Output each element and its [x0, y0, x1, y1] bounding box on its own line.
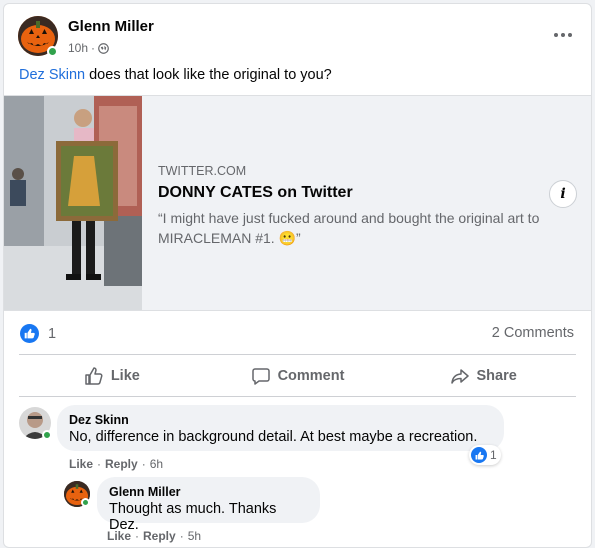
- more-options-icon[interactable]: [552, 30, 574, 40]
- online-status-dot: [81, 498, 90, 507]
- comment-reaction-count: 1: [490, 448, 497, 462]
- comment-text: No, difference in background detail. At …: [69, 429, 478, 445]
- share-label: Share: [476, 368, 517, 384]
- post-actions: Like Comment Share: [19, 356, 576, 396]
- preview-thumbnail[interactable]: [4, 96, 142, 310]
- preview-photo: [4, 96, 142, 310]
- post-header: Glenn Miller 10h ·: [18, 16, 578, 60]
- comment-button[interactable]: Comment: [205, 356, 391, 396]
- preview-description: “I might have just fucked around and bou…: [158, 210, 540, 246]
- divider: [19, 396, 576, 397]
- post-time[interactable]: 10h: [68, 41, 88, 55]
- divider: [19, 354, 576, 355]
- preview-title[interactable]: DONNY CATES on Twitter: [158, 184, 578, 202]
- like-reaction-icon: [471, 447, 487, 463]
- globe-icon: [98, 42, 109, 54]
- preview-domain: TWITTER.COM: [158, 164, 247, 178]
- reply-author[interactable]: Glenn Miller: [109, 485, 308, 499]
- share-button[interactable]: Share: [390, 356, 576, 396]
- like-reaction-icon: [20, 324, 39, 343]
- comment-reply-link[interactable]: Reply: [105, 457, 138, 471]
- comments-count[interactable]: 2 Comments: [492, 325, 574, 341]
- online-status-dot: [47, 46, 58, 57]
- info-icon[interactable]: i: [549, 180, 577, 208]
- preview-body: TWITTER.COM DONNY CATES on Twitter “I mi…: [158, 164, 578, 248]
- comment-author[interactable]: Dez Skinn: [69, 413, 492, 427]
- comment-bubble: Dez Skinn No, difference in background d…: [57, 405, 504, 451]
- post-text: Dez Skinn does that look like the origin…: [19, 67, 332, 83]
- reply-bubble: Glenn Miller Thought as much. Thanks Dez…: [97, 477, 320, 533]
- comment-actions: Like · Reply · 6h: [69, 457, 164, 471]
- reply-actions: Like · Reply · 5h: [107, 529, 202, 543]
- reaction-summary[interactable]: 1: [20, 324, 56, 343]
- like-label: Like: [110, 368, 140, 384]
- online-status-dot: [42, 430, 52, 440]
- reply-time[interactable]: 5h: [188, 529, 201, 543]
- comment-icon: [251, 368, 270, 385]
- reply-reply-link[interactable]: Reply: [143, 529, 176, 543]
- mention-link[interactable]: Dez Skinn: [19, 67, 85, 83]
- reply-like-link[interactable]: Like: [107, 529, 131, 543]
- post-meta: 10h ·: [68, 41, 109, 55]
- post-card: Glenn Miller 10h · Dez Skinn does that l…: [3, 3, 592, 548]
- reaction-count: 1: [48, 325, 57, 342]
- comment-label: Comment: [277, 368, 345, 384]
- comment-like-link[interactable]: Like: [69, 457, 93, 471]
- post-body: does that look like the original to you?: [85, 67, 332, 83]
- meta-separator: ·: [91, 41, 96, 55]
- like-button[interactable]: Like: [19, 356, 205, 396]
- share-icon: [450, 369, 469, 384]
- comment-reaction[interactable]: 1: [469, 445, 501, 465]
- link-preview[interactable]: TWITTER.COM DONNY CATES on Twitter “I mi…: [4, 95, 591, 311]
- post-author-name[interactable]: Glenn Miller: [68, 18, 154, 35]
- comment-time[interactable]: 6h: [150, 457, 163, 471]
- like-icon: [85, 367, 103, 385]
